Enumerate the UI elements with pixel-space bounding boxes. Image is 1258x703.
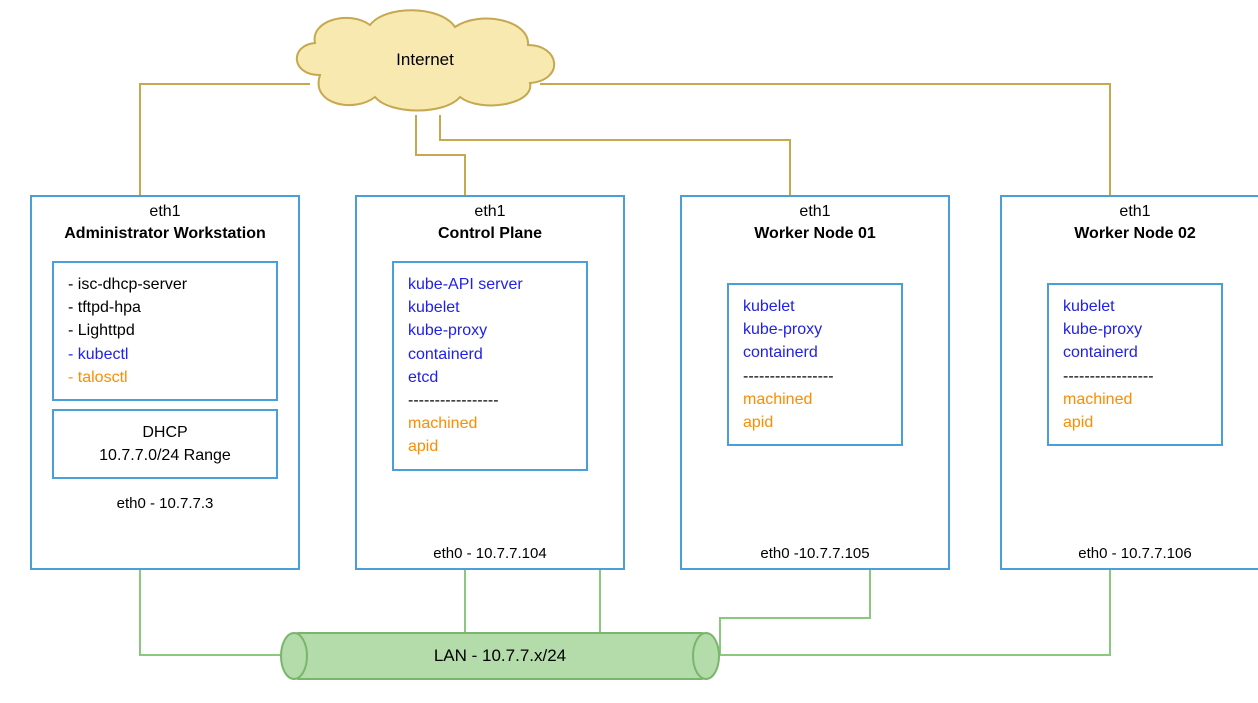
worker2-svc-o2: apid <box>1063 411 1207 434</box>
control-svc-3: kube-proxy <box>408 319 572 342</box>
worker2-sep: ----------------- <box>1063 365 1207 388</box>
admin-svc-1: - isc-dhcp-server <box>68 273 262 296</box>
worker2-svc-2: kube-proxy <box>1063 318 1207 341</box>
admin-workstation-node: eth1 Administrator Workstation - isc-dhc… <box>30 195 300 570</box>
admin-svc-2: - tftpd-hpa <box>68 296 262 319</box>
admin-services-box: - isc-dhcp-server - tftpd-hpa - Lighttpd… <box>52 261 278 401</box>
internet-label: Internet <box>396 50 454 70</box>
worker1-eth1-label: eth1 <box>682 197 948 223</box>
admin-eth1-label: eth1 <box>32 197 298 223</box>
control-title: Control Plane <box>357 223 623 253</box>
admin-eth0-label: eth0 - 10.7.7.3 <box>32 487 298 518</box>
lan-cylinder: LAN - 10.7.7.x/24 <box>280 632 720 680</box>
control-eth0-label: eth0 - 10.7.7.104 <box>357 537 623 568</box>
control-svc-5: etcd <box>408 366 572 389</box>
worker1-sep: ----------------- <box>743 365 887 388</box>
network-diagram: Internet eth1 Administrator Workstation … <box>0 0 1258 703</box>
admin-svc-3: - Lighttpd <box>68 319 262 342</box>
worker02-node: eth1 Worker Node 02 kubelet kube-proxy c… <box>1000 195 1258 570</box>
worker2-svc-3: containerd <box>1063 341 1207 364</box>
dhcp-2: 10.7.7.0/24 Range <box>68 444 262 467</box>
admin-svc-4: - kubectl <box>68 343 262 366</box>
admin-svc-5: - talosctl <box>68 366 262 389</box>
cloud-connectors <box>0 0 1258 200</box>
control-svc-o1: machined <box>408 412 572 435</box>
worker2-eth0-label: eth0 - 10.7.7.106 <box>1002 537 1258 568</box>
worker2-title: Worker Node 02 <box>1002 223 1258 253</box>
worker1-svc-o1: machined <box>743 388 887 411</box>
admin-title: Administrator Workstation <box>32 223 298 253</box>
lan-label: LAN - 10.7.7.x/24 <box>434 646 566 666</box>
control-svc-o2: apid <box>408 435 572 458</box>
worker2-svc-1: kubelet <box>1063 295 1207 318</box>
worker1-title: Worker Node 01 <box>682 223 948 253</box>
internet-cloud: Internet <box>280 5 570 115</box>
control-svc-2: kubelet <box>408 296 572 319</box>
worker2-eth1-label: eth1 <box>1002 197 1258 223</box>
admin-dhcp-box: DHCP 10.7.7.0/24 Range <box>52 409 278 479</box>
worker2-svc-o1: machined <box>1063 388 1207 411</box>
control-services-box: kube-API server kubelet kube-proxy conta… <box>392 261 588 471</box>
worker01-node: eth1 Worker Node 01 kubelet kube-proxy c… <box>680 195 950 570</box>
worker2-services-box: kubelet kube-proxy containerd ----------… <box>1047 283 1223 446</box>
worker1-svc-o2: apid <box>743 411 887 434</box>
worker1-svc-2: kube-proxy <box>743 318 887 341</box>
worker1-eth0-label: eth0 -10.7.7.105 <box>682 537 948 568</box>
control-svc-1: kube-API server <box>408 273 572 296</box>
worker1-svc-1: kubelet <box>743 295 887 318</box>
control-eth1-label: eth1 <box>357 197 623 223</box>
control-plane-node: eth1 Control Plane kube-API server kubel… <box>355 195 625 570</box>
worker1-svc-3: containerd <box>743 341 887 364</box>
control-svc-4: containerd <box>408 343 572 366</box>
dhcp-1: DHCP <box>68 421 262 444</box>
worker1-services-box: kubelet kube-proxy containerd ----------… <box>727 283 903 446</box>
control-sep: ----------------- <box>408 389 572 412</box>
